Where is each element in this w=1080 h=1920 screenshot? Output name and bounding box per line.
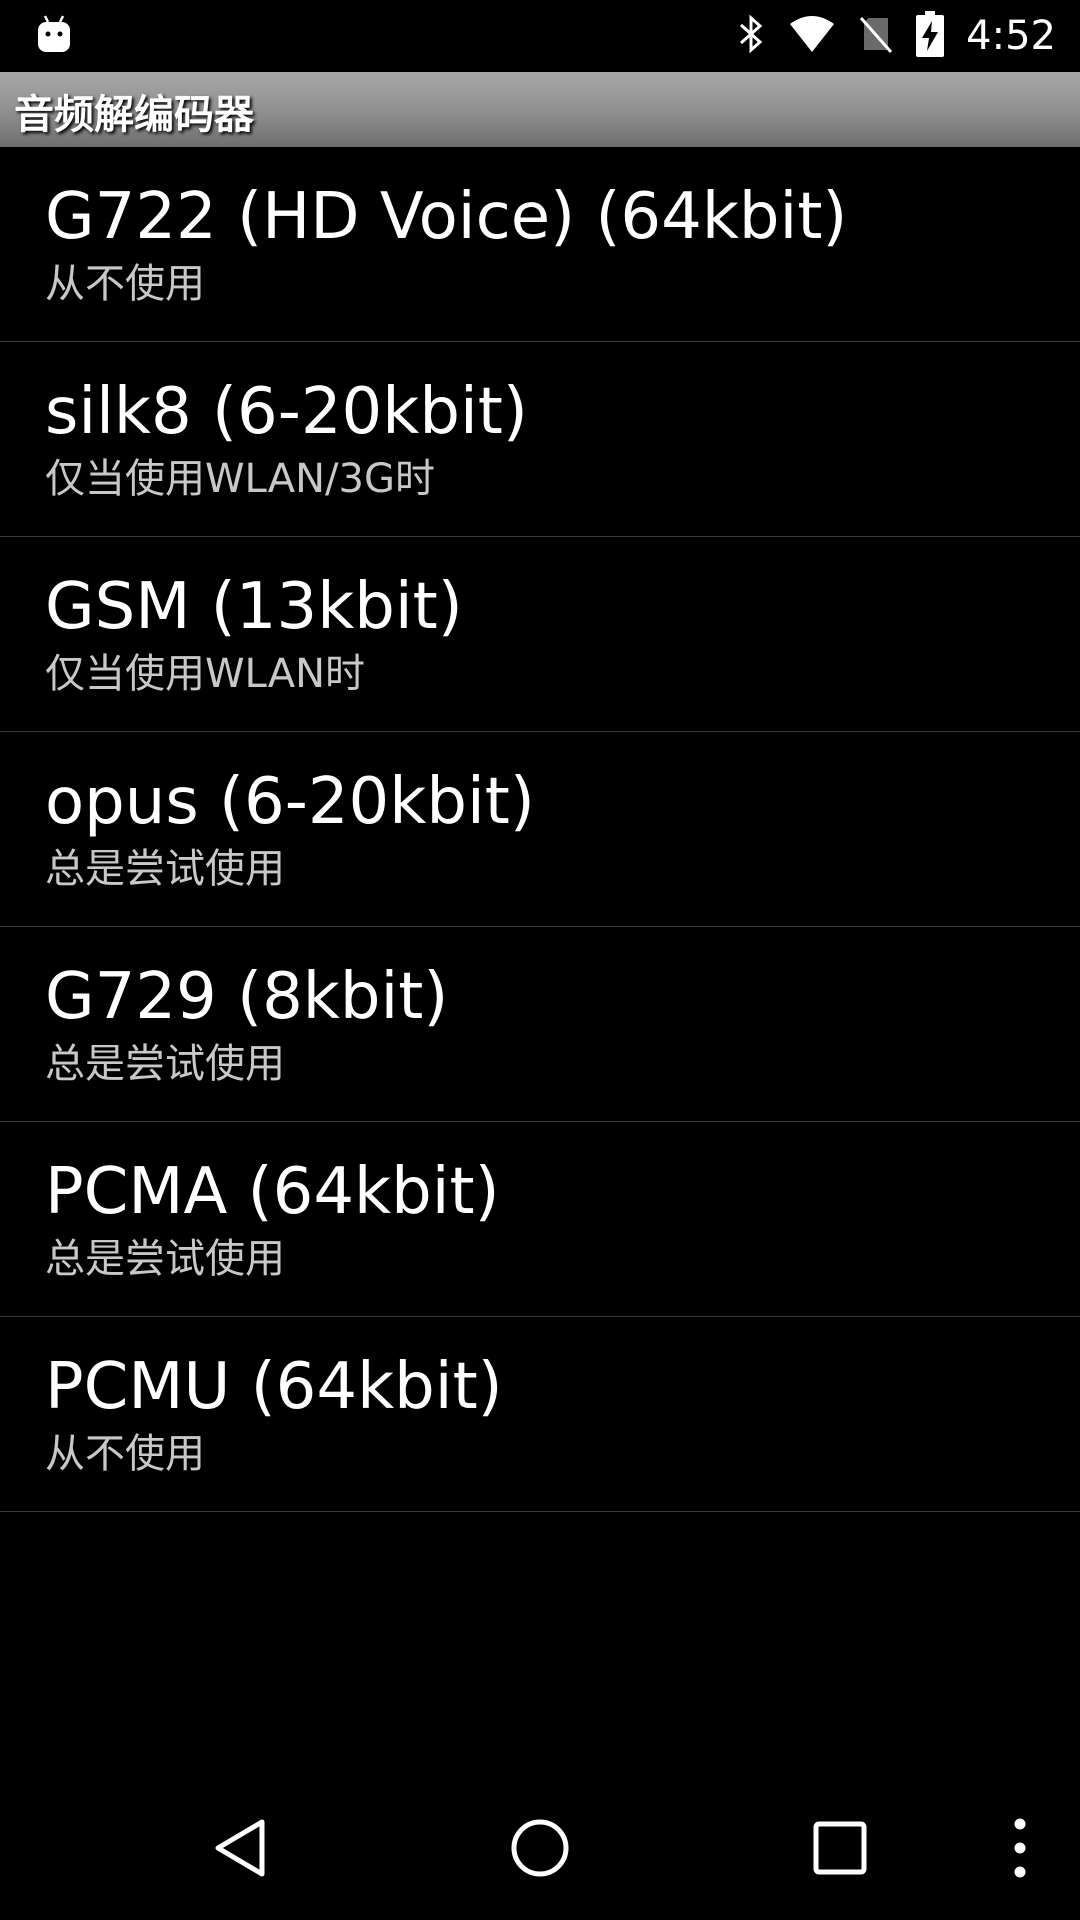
- recents-icon: [812, 1820, 868, 1880]
- codec-mode: 总是尝试使用: [45, 846, 285, 892]
- title-bar: 音频解编码器: [0, 72, 1080, 147]
- bluetooth-icon: [736, 14, 766, 58]
- recents-button[interactable]: [790, 1800, 890, 1900]
- battery-charging-icon: [916, 11, 945, 61]
- back-icon: [210, 1816, 270, 1884]
- codec-list: G722 (HD Voice) (64kbit) 从不使用 silk8 (6-2…: [0, 147, 1080, 1512]
- codec-mode: 从不使用: [45, 261, 205, 307]
- home-button[interactable]: [490, 1800, 590, 1900]
- list-item-codec-gsm[interactable]: GSM (13kbit) 仅当使用WLAN时: [0, 537, 1080, 732]
- list-item-codec-g729[interactable]: G729 (8kbit) 总是尝试使用: [0, 927, 1080, 1122]
- codec-name: G722 (HD Voice) (64kbit): [45, 180, 848, 254]
- android-debug-icon: [36, 14, 72, 54]
- codec-mode: 总是尝试使用: [45, 1041, 285, 1087]
- codec-mode: 从不使用: [45, 1431, 205, 1477]
- codec-mode: 仅当使用WLAN/3G时: [45, 456, 435, 502]
- list-item-codec-pcma[interactable]: PCMA (64kbit) 总是尝试使用: [0, 1122, 1080, 1317]
- page-title: 音频解编码器: [14, 92, 254, 138]
- status-bar: 4:52: [0, 0, 1080, 72]
- codec-name: G729 (8kbit): [45, 960, 449, 1034]
- wifi-icon: [788, 14, 836, 58]
- list-item-codec-pcmu[interactable]: PCMU (64kbit) 从不使用: [0, 1317, 1080, 1512]
- codec-name: silk8 (6-20kbit): [45, 375, 528, 449]
- list-item-codec-silk8[interactable]: silk8 (6-20kbit) 仅当使用WLAN/3G时: [0, 342, 1080, 537]
- codec-name: GSM (13kbit): [45, 570, 463, 644]
- codec-name: opus (6-20kbit): [45, 765, 535, 839]
- overflow-menu-button[interactable]: [970, 1800, 1070, 1900]
- list-item-codec-opus[interactable]: opus (6-20kbit) 总是尝试使用: [0, 732, 1080, 927]
- codec-mode: 总是尝试使用: [45, 1236, 285, 1282]
- overflow-menu-icon: [1012, 1816, 1028, 1884]
- status-time: 4:52: [966, 13, 1056, 59]
- list-item-codec-g722[interactable]: G722 (HD Voice) (64kbit) 从不使用: [0, 147, 1080, 342]
- navigation-bar: [0, 1776, 1080, 1920]
- no-sim-icon: [858, 14, 894, 58]
- codec-mode: 仅当使用WLAN时: [45, 651, 366, 697]
- codec-name: PCMU (64kbit): [45, 1350, 503, 1424]
- back-button[interactable]: [190, 1800, 290, 1900]
- codec-name: PCMA (64kbit): [45, 1155, 500, 1229]
- home-icon: [508, 1816, 572, 1884]
